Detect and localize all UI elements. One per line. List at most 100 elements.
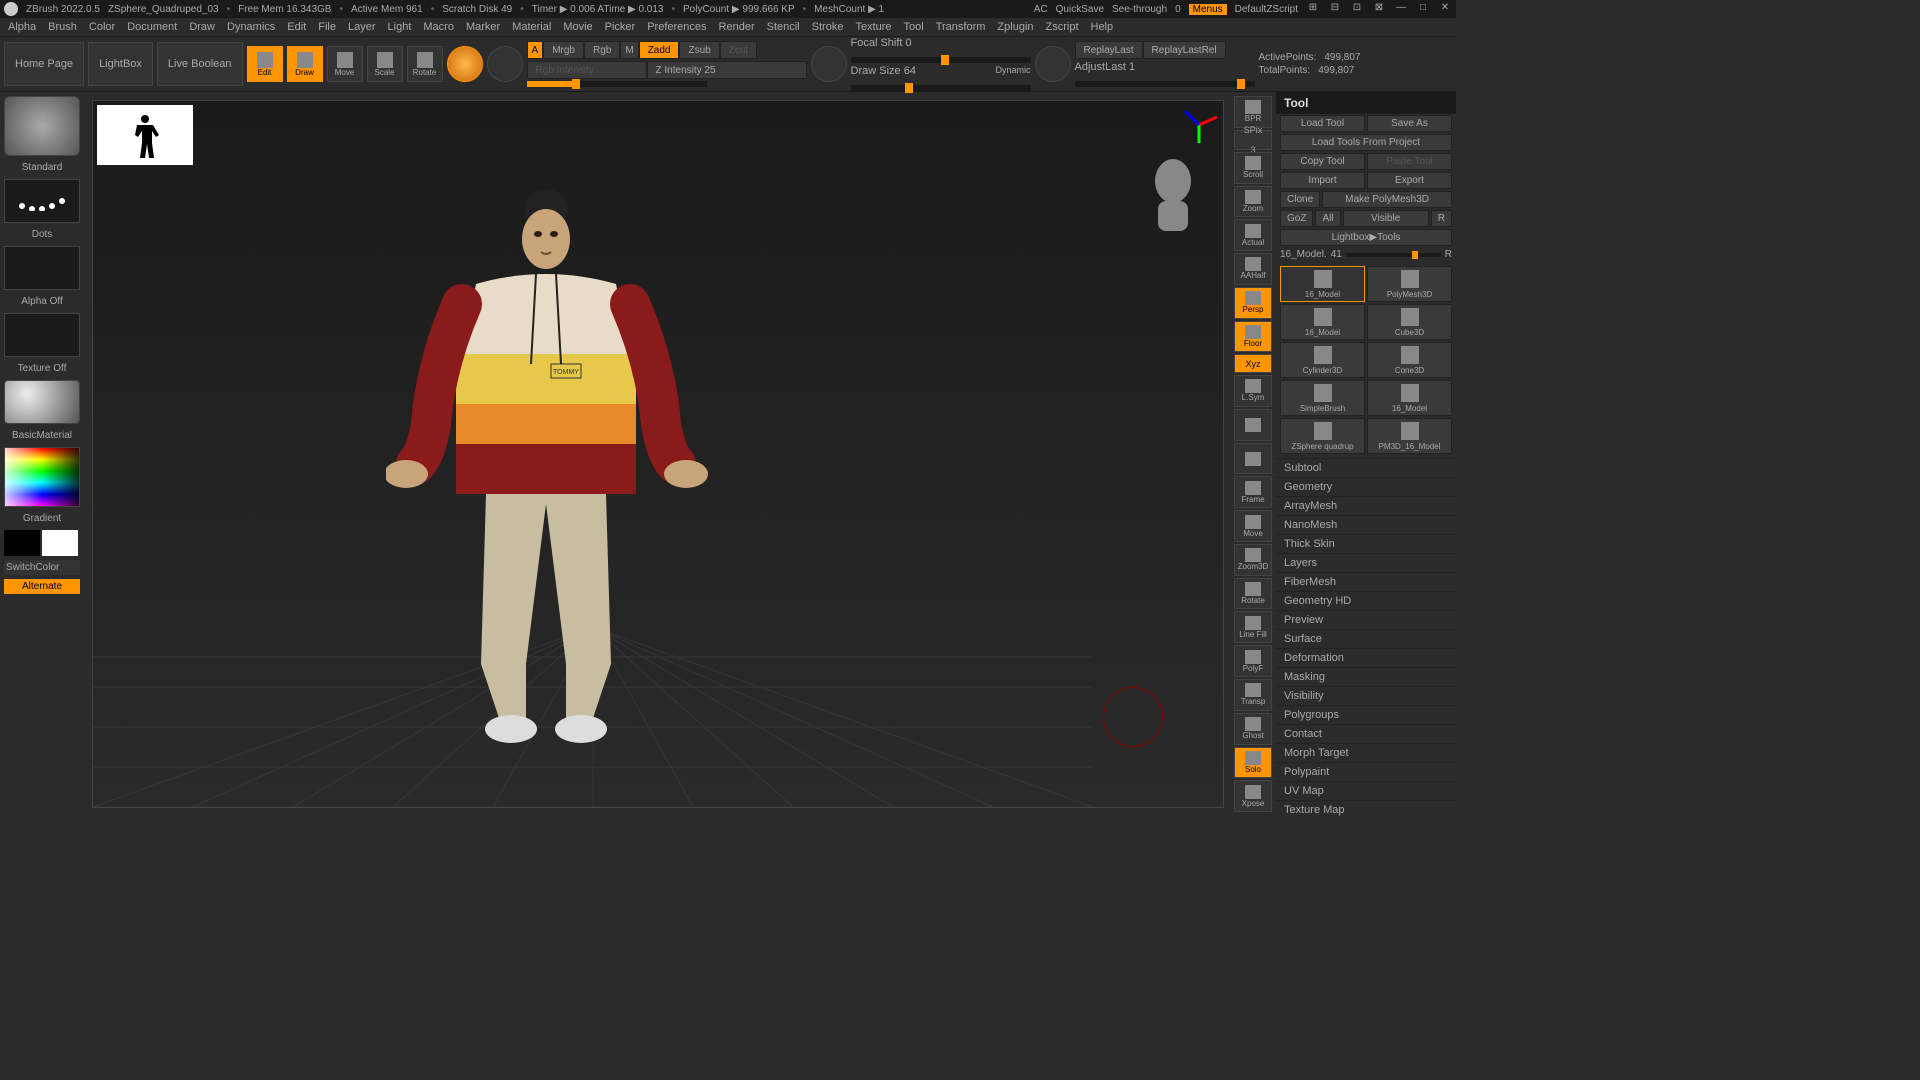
swatch-black[interactable] <box>4 530 40 556</box>
goz-visible-button[interactable]: Visible <box>1343 210 1429 227</box>
replay-last-button[interactable]: ReplayLast <box>1075 41 1143 59</box>
layout-icon-1[interactable]: ⊞ <box>1306 2 1320 16</box>
section-uv-map[interactable]: UV Map <box>1276 781 1456 800</box>
swatch-white[interactable] <box>42 530 78 556</box>
menu-picker[interactable]: Picker <box>601 21 640 33</box>
menu-file[interactable]: File <box>314 21 340 33</box>
rs-transp[interactable]: Transp <box>1234 679 1272 711</box>
adjust-last-value[interactable]: 1 <box>1129 61 1135 79</box>
alpha-preview[interactable] <box>4 246 80 290</box>
mrgb-button[interactable]: Mrgb <box>543 41 584 59</box>
menu-light[interactable]: Light <box>384 21 416 33</box>
model-slider[interactable] <box>1346 253 1441 257</box>
section-deformation[interactable]: Deformation <box>1276 648 1456 667</box>
spix-slider[interactable]: SPix 3 <box>1234 130 1272 150</box>
menu-help[interactable]: Help <box>1087 21 1118 33</box>
zadd-button[interactable]: Zadd <box>639 41 680 59</box>
tool-item-pm3d-16-model[interactable]: PM3D_16_Model <box>1367 418 1452 454</box>
menu-edit[interactable]: Edit <box>283 21 310 33</box>
bpr-button[interactable]: BPR <box>1234 96 1272 128</box>
draw-size-value[interactable]: 64 <box>904 65 916 83</box>
section-geometry-hd[interactable]: Geometry HD <box>1276 591 1456 610</box>
menu-zscript[interactable]: Zscript <box>1042 21 1083 33</box>
scale-button[interactable]: Scale <box>367 46 403 82</box>
menu-render[interactable]: Render <box>715 21 759 33</box>
shader-circle-icon[interactable] <box>487 46 523 82</box>
rs-icon-9[interactable] <box>1234 443 1272 475</box>
tool-item-cylinder3d[interactable]: Cylinder3D <box>1280 342 1365 378</box>
rs-frame[interactable]: Frame <box>1234 476 1272 508</box>
make-polymesh3d-button[interactable]: Make PolyMesh3D <box>1322 191 1452 208</box>
section-contact[interactable]: Contact <box>1276 724 1456 743</box>
section-masking[interactable]: Masking <box>1276 667 1456 686</box>
rs-polyf[interactable]: PolyF <box>1234 645 1272 677</box>
menu-dynamics[interactable]: Dynamics <box>223 21 279 33</box>
tool-item-zsphere-quadrup[interactable]: ZSphere quadrup <box>1280 418 1365 454</box>
rs-solo[interactable]: Solo <box>1234 747 1272 779</box>
default-zscript[interactable]: DefaultZScript <box>1235 4 1298 15</box>
tool-item-16-model[interactable]: 16_Model <box>1367 380 1452 416</box>
section-fibermesh[interactable]: FiberMesh <box>1276 572 1456 591</box>
rs-rotate[interactable]: Rotate <box>1234 578 1272 610</box>
load-from-project-button[interactable]: Load Tools From Project <box>1280 134 1452 151</box>
adjust-last-slider[interactable] <box>1075 81 1255 87</box>
rs-actual[interactable]: Actual <box>1234 219 1272 251</box>
reference-thumb[interactable] <box>97 105 193 165</box>
rs-zoom3d[interactable]: Zoom3D <box>1234 544 1272 576</box>
tool-item-16-model[interactable]: 16_Model <box>1280 304 1365 340</box>
rs-ghost[interactable]: Ghost <box>1234 713 1272 745</box>
goz-r-button[interactable]: R <box>1431 210 1452 227</box>
rs-zoom[interactable]: Zoom <box>1234 186 1272 218</box>
seethrough-value[interactable]: 0 <box>1175 4 1181 15</box>
menu-movie[interactable]: Movie <box>559 21 596 33</box>
section-surface[interactable]: Surface <box>1276 629 1456 648</box>
ac[interactable]: AC <box>1034 4 1048 15</box>
section-preview[interactable]: Preview <box>1276 610 1456 629</box>
gizmo-circle-icon[interactable] <box>447 46 483 82</box>
rs-floor[interactable]: Floor <box>1234 321 1272 353</box>
menu-transform[interactable]: Transform <box>932 21 990 33</box>
menu-draw[interactable]: Draw <box>185 21 219 33</box>
menu-material[interactable]: Material <box>508 21 555 33</box>
draw-size-slider[interactable] <box>851 85 1031 91</box>
section-polygroups[interactable]: Polygroups <box>1276 705 1456 724</box>
maximize-icon[interactable]: □ <box>1416 2 1430 16</box>
viewport[interactable]: TOMMY <box>92 100 1224 808</box>
menu-tool[interactable]: Tool <box>900 21 928 33</box>
rs-l-sym[interactable]: L.Sym <box>1234 375 1272 407</box>
copy-tool-button[interactable]: Copy Tool <box>1280 153 1365 170</box>
tool-item-16-model[interactable]: 16_Model <box>1280 266 1365 302</box>
s-dial-icon[interactable] <box>811 46 847 82</box>
texture-preview[interactable] <box>4 313 80 357</box>
section-thick-skin[interactable]: Thick Skin <box>1276 534 1456 553</box>
model-r[interactable]: R <box>1445 249 1452 260</box>
layout-icon-4[interactable]: ⊠ <box>1372 2 1386 16</box>
minimize-icon[interactable]: — <box>1394 2 1408 16</box>
menu-macro[interactable]: Macro <box>419 21 458 33</box>
menu-texture[interactable]: Texture <box>851 21 895 33</box>
save-as-button[interactable]: Save As <box>1367 115 1452 132</box>
rgb-button[interactable]: Rgb <box>584 41 620 59</box>
menu-brush[interactable]: Brush <box>44 21 81 33</box>
load-tool-button[interactable]: Load Tool <box>1280 115 1365 132</box>
tool-item-simplebrush[interactable]: SimpleBrush <box>1280 380 1365 416</box>
section-polypaint[interactable]: Polypaint <box>1276 762 1456 781</box>
layout-icon-3[interactable]: ⊡ <box>1350 2 1364 16</box>
m-button[interactable]: M <box>620 41 638 59</box>
goz-button[interactable]: GoZ <box>1280 210 1313 227</box>
layout-icon-2[interactable]: ⊟ <box>1328 2 1342 16</box>
tool-item-cube3d[interactable]: Cube3D <box>1367 304 1452 340</box>
tab-liveboolean[interactable]: Live Boolean <box>157 42 243 86</box>
menu-marker[interactable]: Marker <box>462 21 504 33</box>
import-button[interactable]: Import <box>1280 172 1365 189</box>
rs-xyz[interactable]: Xyz <box>1234 354 1272 373</box>
export-button[interactable]: Export <box>1367 172 1452 189</box>
axis-gizmo[interactable] <box>1179 105 1219 145</box>
stroke-preview[interactable] <box>4 179 80 223</box>
menus-button[interactable]: Menus <box>1189 4 1227 15</box>
alternate-button[interactable]: Alternate <box>4 579 80 594</box>
a-button[interactable]: A <box>527 41 544 59</box>
material-preview[interactable] <box>4 380 80 424</box>
section-arraymesh[interactable]: ArrayMesh <box>1276 496 1456 515</box>
rs-scroll[interactable]: Scroll <box>1234 152 1272 184</box>
